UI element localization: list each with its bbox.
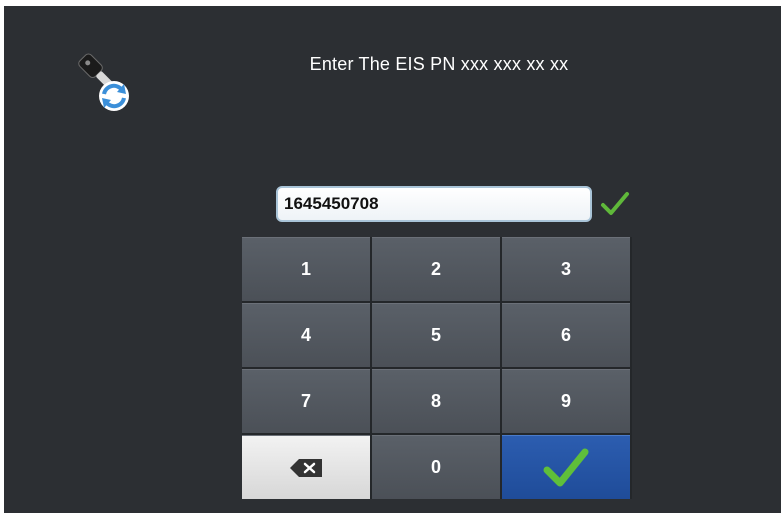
check-icon xyxy=(601,192,629,215)
numeric-keypad: 1 2 3 4 5 6 7 8 9 0 xyxy=(242,237,632,499)
key-2[interactable]: 2 xyxy=(372,237,500,301)
key-6[interactable]: 6 xyxy=(502,303,630,367)
pn-input-row: 1645450708 xyxy=(276,186,636,226)
pn-input-field[interactable]: 1645450708 xyxy=(276,186,592,222)
key-sync-icon xyxy=(78,53,129,111)
backspace-icon xyxy=(290,458,322,477)
check-icon xyxy=(543,448,589,486)
key-1[interactable]: 1 xyxy=(242,237,370,301)
key-4[interactable]: 4 xyxy=(242,303,370,367)
key-5[interactable]: 5 xyxy=(372,303,500,367)
key-0[interactable]: 0 xyxy=(372,435,500,499)
key-9[interactable]: 9 xyxy=(502,369,630,433)
key-3[interactable]: 3 xyxy=(502,237,630,301)
key-7[interactable]: 7 xyxy=(242,369,370,433)
confirm-button[interactable] xyxy=(502,435,630,499)
backspace-button[interactable] xyxy=(242,435,370,499)
key-8[interactable]: 8 xyxy=(372,369,500,433)
page-title: Enter The EIS PN xxx xxx xx xx xyxy=(309,54,569,74)
eis-pn-entry-screen: Enter The EIS PN xxx xxx xx xx 164545070… xyxy=(4,6,781,513)
